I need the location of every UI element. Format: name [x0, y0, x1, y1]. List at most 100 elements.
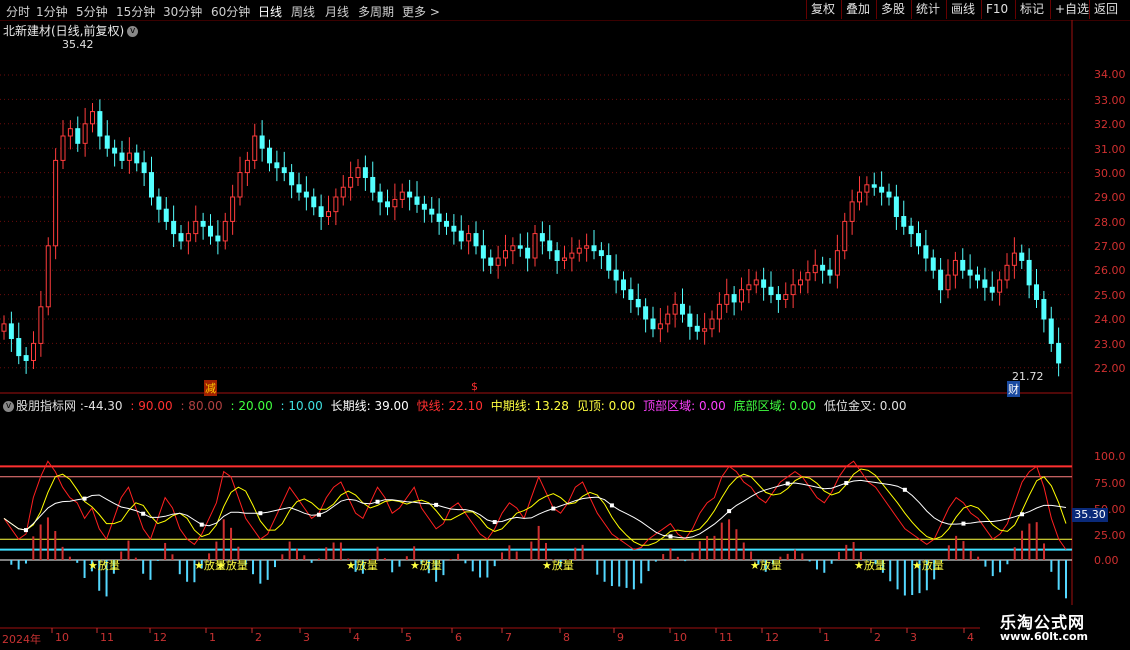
cai-badge[interactable]: 财	[1007, 381, 1020, 397]
candle-body	[488, 257, 494, 266]
long-line-point	[1020, 512, 1025, 517]
candle-body	[134, 152, 140, 164]
candle-body	[237, 172, 243, 198]
candle-body	[812, 264, 818, 274]
candle-body	[753, 279, 759, 286]
candle-body	[407, 191, 413, 198]
date-tick: 1	[823, 631, 830, 644]
candle-body	[185, 233, 191, 242]
candle-body	[628, 289, 634, 300]
date-tick: 2	[874, 631, 881, 644]
candle-body	[318, 206, 324, 218]
candle-body	[650, 318, 656, 330]
candle-body	[834, 250, 840, 276]
chevron-down-icon[interactable]: v	[3, 401, 14, 412]
date-tick: 10	[55, 631, 69, 644]
fangliang-marker: ★放量	[410, 559, 442, 572]
candle-body	[444, 220, 449, 227]
candle-body	[827, 269, 833, 276]
candle-body	[547, 240, 553, 252]
date-tick: 12	[765, 631, 779, 644]
candle-body	[525, 247, 531, 259]
candle-body	[53, 159, 59, 247]
candle-body	[392, 198, 398, 208]
long-line-point	[23, 528, 28, 533]
chevron-down-icon[interactable]: v	[127, 26, 139, 37]
candle-body	[893, 196, 899, 218]
long-line-point	[492, 520, 497, 525]
long-line-point	[434, 502, 439, 507]
date-tick: 1	[209, 631, 216, 644]
candle-body	[252, 135, 258, 161]
candle-body	[724, 294, 730, 305]
candle-body	[333, 196, 339, 213]
candle-body	[761, 279, 767, 288]
date-tick: 3	[910, 631, 917, 644]
long-line-point	[668, 534, 673, 539]
kline-chart[interactable]	[0, 0, 1130, 650]
candle-body	[156, 196, 162, 210]
jian-ding-value: 见顶: 0.00	[576, 399, 636, 413]
candle-body	[466, 233, 472, 242]
candle-body	[680, 303, 685, 315]
low-golden-value: 低位金叉: 0.00	[823, 399, 907, 413]
candle-body	[532, 233, 538, 259]
candle-body	[311, 196, 317, 208]
candle-body	[16, 338, 22, 357]
candle-body	[90, 111, 95, 125]
candle-body	[200, 220, 206, 227]
indicator-tick: 75.00	[1094, 477, 1126, 490]
candle-body	[149, 172, 154, 198]
bottom-zone-value: 底部区域: 0.00	[733, 399, 817, 413]
indicator-v20: : 20.00	[230, 399, 273, 413]
fangliang-marker: ★放量	[88, 559, 120, 572]
top-zone-value: 顶部区域: 0.00	[643, 399, 726, 413]
stock-title: 北新建材(日线,前复权) v	[3, 22, 139, 39]
long-line-point	[844, 481, 849, 486]
date-tick: 8	[563, 631, 570, 644]
candle-body	[731, 294, 737, 303]
mid-line-value: 中期线: 13.28	[490, 399, 569, 413]
candle-body	[901, 216, 907, 227]
candle-body	[112, 147, 118, 154]
price-tick: 28.00	[1094, 216, 1126, 229]
candle-body	[495, 257, 501, 266]
date-tick: 6	[455, 631, 462, 644]
candle-body	[643, 306, 649, 320]
candle-body	[377, 191, 383, 203]
candle-body	[967, 269, 973, 276]
fangliang-marker: ★放量	[542, 559, 574, 572]
dollar-marker[interactable]: $	[471, 380, 478, 393]
candle-body	[510, 245, 516, 252]
price-tick: 31.00	[1094, 143, 1126, 156]
indicator-v90: : 90.00	[130, 399, 173, 413]
indicator-line	[3, 460, 1067, 551]
indicator-v10: : 10.00	[280, 399, 323, 413]
candle-body	[820, 264, 826, 271]
candle-body	[281, 167, 287, 174]
indicator-tick: 100.0	[1094, 450, 1126, 463]
candle-body	[222, 220, 228, 242]
long-line-point	[902, 487, 907, 492]
candle-body	[576, 247, 582, 254]
candle-body	[399, 191, 405, 200]
candle-body	[1056, 342, 1062, 364]
date-tick: 10	[673, 631, 687, 644]
candle-body	[517, 245, 523, 249]
long-line-point	[258, 511, 263, 516]
candle-body	[503, 250, 508, 259]
date-tick: 7	[505, 631, 512, 644]
long-line-point	[609, 503, 614, 508]
candle-body	[126, 152, 132, 161]
fangliang-marker: ★放量	[216, 559, 248, 572]
candle-body	[230, 196, 236, 222]
reduce-badge[interactable]: 减	[204, 380, 217, 396]
candle-body	[259, 135, 265, 149]
candle-body	[119, 152, 125, 161]
candle-body	[163, 208, 169, 222]
candle-body	[303, 191, 309, 198]
stock-name: 北新建材(日线,前复权)	[3, 24, 125, 38]
candle-body	[930, 257, 936, 271]
candle-body	[871, 184, 877, 188]
candle-body	[694, 325, 700, 332]
